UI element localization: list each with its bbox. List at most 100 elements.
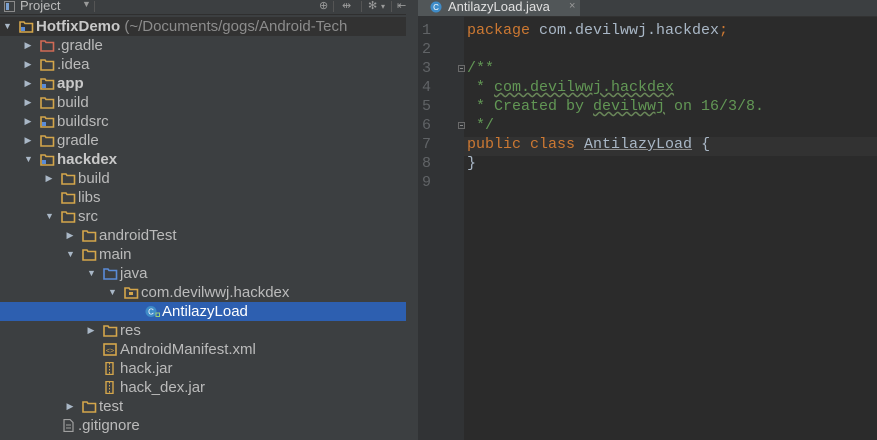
expand-arrow-down-icon[interactable]: ▼ (3, 20, 12, 32)
tree-item[interactable]: <> AndroidManifest.xml (0, 340, 406, 359)
java-class-icon: C (430, 1, 442, 13)
expand-arrow-down-icon[interactable]: ▼ (45, 210, 54, 222)
tree-item[interactable]: ▶ build (0, 169, 406, 188)
jar-icon (103, 380, 118, 395)
resource-folder-icon (103, 324, 118, 337)
tree-item[interactable]: ▶ .idea (0, 55, 406, 74)
tree-item[interactable]: ▼ java (0, 264, 406, 283)
expand-arrow-right-icon[interactable]: ▶ (45, 172, 53, 184)
tree-item[interactable]: hack.jar (0, 359, 406, 378)
expand-arrow-right-icon[interactable]: ▶ (66, 400, 74, 412)
tree-item-label: build (78, 170, 110, 187)
tree-item-label: .idea (57, 56, 90, 73)
code-token: com.devilwwj.hackdex (530, 22, 720, 39)
close-icon[interactable]: × (569, 0, 575, 13)
folder-icon (40, 96, 55, 109)
expand-arrow-right-icon[interactable]: ▶ (24, 77, 32, 89)
code-line: package com.devilwwj.hackdex; (467, 21, 728, 40)
tree-item-label: hack_dex.jar (120, 379, 206, 396)
tree-item[interactable]: ▼ HotfixDemo (~/Documents/gogs/Android-Te… (0, 17, 406, 36)
manifest-icon: <> (103, 343, 118, 356)
expand-arrow-down-icon[interactable]: ▼ (87, 267, 96, 279)
code-area[interactable]: package com.devilwwj.hackdex; /** * com.d… (464, 16, 877, 440)
tree-item[interactable]: ▶ buildsrc (0, 112, 406, 131)
tree-item-label: main (99, 246, 132, 263)
folder-icon (40, 134, 55, 147)
code-line: */ (467, 116, 494, 135)
folder-icon (61, 172, 76, 185)
code-token: { (692, 136, 711, 153)
collapse-all-icon[interactable]: ⇹ (342, 0, 351, 13)
expand-arrow-right-icon[interactable]: ▶ (66, 229, 74, 241)
tree-item[interactable]: ▶ androidTest (0, 226, 406, 245)
expand-arrow-right-icon[interactable]: ▶ (24, 96, 32, 108)
expand-arrow-down-icon[interactable]: ▼ (108, 286, 117, 298)
tree-item[interactable]: hack_dex.jar (0, 378, 406, 397)
tree-item-label: androidTest (99, 227, 177, 244)
tree-item-label: src (78, 208, 98, 225)
gear-icon[interactable]: ✻ (368, 0, 377, 13)
tree-item[interactable]: ▼ src (0, 207, 406, 226)
code-token: /** (467, 60, 495, 77)
expand-arrow-right-icon[interactable]: ▶ (24, 134, 32, 146)
panel-splitter[interactable] (406, 0, 418, 440)
tab-antilazyload[interactable]: C AntilazyLoad.java × (418, 0, 580, 16)
code-token: public class (467, 136, 585, 153)
code-token: } (467, 155, 477, 172)
project-view-icon (4, 1, 15, 12)
code-token: ; (719, 22, 729, 39)
gear-dropdown-icon[interactable]: ▾ (381, 0, 385, 13)
line-number: 3 (422, 60, 432, 77)
line-number: 8 (422, 155, 432, 172)
module-folder-icon (40, 115, 55, 128)
line-number: 7 (422, 136, 432, 153)
code-line: public class AntilazyLoad { (467, 135, 710, 154)
tree-item-label: test (99, 398, 124, 415)
code-token: AntilazyLoad (584, 136, 693, 153)
sync-icon[interactable]: ⊕ (319, 0, 328, 13)
excluded-folder-icon (40, 39, 55, 52)
tree-item[interactable]: ▶ .gradle (0, 36, 406, 55)
tree-item[interactable]: libs (0, 188, 406, 207)
expand-arrow-right-icon[interactable]: ▶ (24, 58, 32, 70)
tree-item[interactable]: .gitignore (0, 416, 406, 435)
code-editor[interactable]: C AntilazyLoad.java × 1 2 3 4 5 6 7 8 9 package … (418, 0, 877, 440)
line-number: 2 (422, 41, 432, 58)
folder-icon (61, 210, 76, 223)
svg-text:C: C (148, 308, 154, 317)
tree-item-label: .gradle (57, 37, 103, 54)
header-divider (361, 1, 362, 12)
tree-item[interactable]: ▶ test (0, 397, 406, 416)
code-token: package (467, 22, 531, 39)
tree-item-label: build (57, 94, 89, 111)
tree-item[interactable]: ▼ hackdex (0, 150, 406, 169)
project-panel-title[interactable]: Project (20, 0, 60, 13)
hide-panel-icon[interactable]: ⇤ (397, 0, 406, 13)
expand-arrow-right-icon[interactable]: ▶ (24, 39, 32, 51)
chevron-down-icon[interactable]: ▼ (82, 0, 91, 9)
folder-icon (82, 248, 97, 261)
tree-item[interactable]: ▶ app (0, 74, 406, 93)
tree-item[interactable]: ▼ com.devilwwj.hackdex (0, 283, 406, 302)
expand-arrow-down-icon[interactable]: ▼ (24, 153, 33, 165)
tree-item[interactable]: ▶ res (0, 321, 406, 340)
project-path: (~/Documents/gogs/Android-Tech (120, 18, 348, 35)
code-line: * Created by devilwwj on 16/3/8. (467, 97, 764, 116)
tree-item[interactable]: ▶ gradle (0, 131, 406, 150)
tree-item-label: hack.jar (120, 360, 173, 377)
tree-item[interactable]: C AntilazyLoad (0, 302, 406, 321)
tree-item[interactable]: ▶ build (0, 93, 406, 112)
header-divider (391, 1, 392, 12)
expand-arrow-down-icon[interactable]: ▼ (66, 248, 75, 260)
tree-item[interactable]: ▼ main (0, 245, 406, 264)
expand-arrow-right-icon[interactable]: ▶ (24, 115, 32, 127)
expand-arrow-right-icon[interactable]: ▶ (87, 324, 95, 336)
tree-item-label: com.devilwwj.hackdex (141, 284, 290, 301)
svg-text:C: C (433, 3, 439, 12)
folder-icon (82, 400, 97, 413)
folder-icon (82, 229, 97, 242)
tree-item-label: .gitignore (78, 417, 140, 434)
package-icon (124, 286, 139, 299)
tree-item-label: buildsrc (57, 113, 109, 130)
tree-item-label: libs (78, 189, 101, 206)
